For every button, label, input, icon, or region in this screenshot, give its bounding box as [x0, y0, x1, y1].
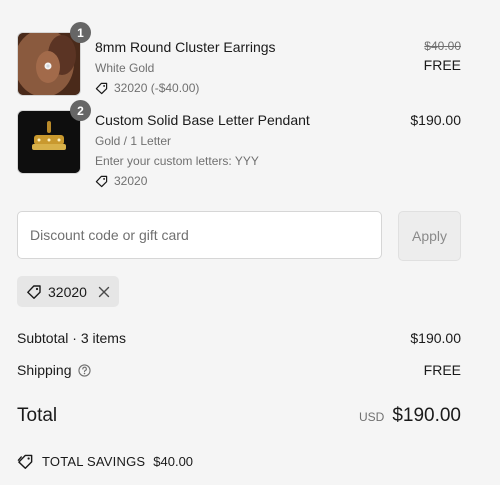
subtotal-value: $190.00	[410, 330, 461, 346]
shipping-label: Shipping	[17, 362, 72, 378]
quantity-badge: 1	[70, 22, 91, 43]
item-details: Custom Solid Base Letter Pendant Gold / …	[95, 111, 341, 189]
shipping-value: FREE	[423, 362, 461, 378]
shipping-label-group: Shipping	[17, 362, 91, 378]
total-row: Total USD $190.00	[17, 403, 461, 429]
currency-code: USD	[358, 410, 385, 424]
final-price: FREE	[423, 57, 461, 73]
item-title: Custom Solid Base Letter Pendant	[95, 112, 310, 128]
total-label: Total	[17, 405, 58, 426]
line-item: 1 8mm Round Cluster Earrings White Gold …	[17, 22, 461, 96]
item-variant: Gold / 1 Letter	[95, 134, 172, 148]
earring-photo-icon	[18, 33, 80, 95]
total-value: $190.00	[392, 405, 461, 426]
product-thumbnail: 2	[17, 100, 91, 174]
item-price: $40.00 FREE	[424, 38, 461, 74]
pendant-photo-icon	[18, 111, 80, 173]
applied-discount-chip: 32020	[17, 276, 119, 307]
item-discount-label: 32020 (-$40.00)	[114, 81, 200, 95]
discount-form: Apply	[17, 211, 461, 261]
quantity-badge: 2	[70, 100, 91, 121]
line-item: 2 Custom Solid Base Letter Pendant Gold …	[17, 100, 461, 188]
savings-value: $40.00	[153, 454, 194, 469]
total-amount: USD $190.00	[359, 405, 461, 427]
original-price: $40.00	[424, 39, 461, 53]
subtotal-label: Subtotal · 3 items	[17, 330, 126, 346]
item-discount: 32020 (-$40.00)	[95, 80, 341, 96]
final-price: $190.00	[410, 112, 461, 128]
product-thumbnail: 1	[17, 22, 91, 96]
item-custom-note: Enter your custom letters: YYY	[95, 154, 259, 168]
close-icon[interactable]	[97, 285, 111, 299]
help-icon[interactable]	[77, 363, 91, 377]
item-discount-label: 32020	[114, 174, 148, 188]
item-details: 8mm Round Cluster Earrings White Gold 32…	[95, 38, 341, 96]
apply-button[interactable]: Apply	[398, 211, 461, 261]
subtotal-row: Subtotal · 3 items $190.00	[17, 329, 461, 347]
savings-label: TOTAL SAVINGS	[42, 454, 146, 469]
item-variant: White Gold	[95, 61, 155, 75]
savings-tag-icon	[17, 454, 33, 470]
item-discount: 32020	[95, 173, 341, 189]
tag-icon	[27, 284, 41, 299]
discount-code-input[interactable]	[17, 211, 382, 259]
tag-icon	[95, 175, 108, 187]
item-title: 8mm Round Cluster Earrings	[95, 39, 276, 55]
shipping-row: Shipping FREE	[17, 361, 461, 379]
total-savings: TOTAL SAVINGS $40.00	[17, 453, 193, 470]
tag-icon	[95, 82, 108, 94]
item-price: $190.00	[410, 111, 461, 129]
applied-code-label: 32020	[48, 283, 87, 300]
